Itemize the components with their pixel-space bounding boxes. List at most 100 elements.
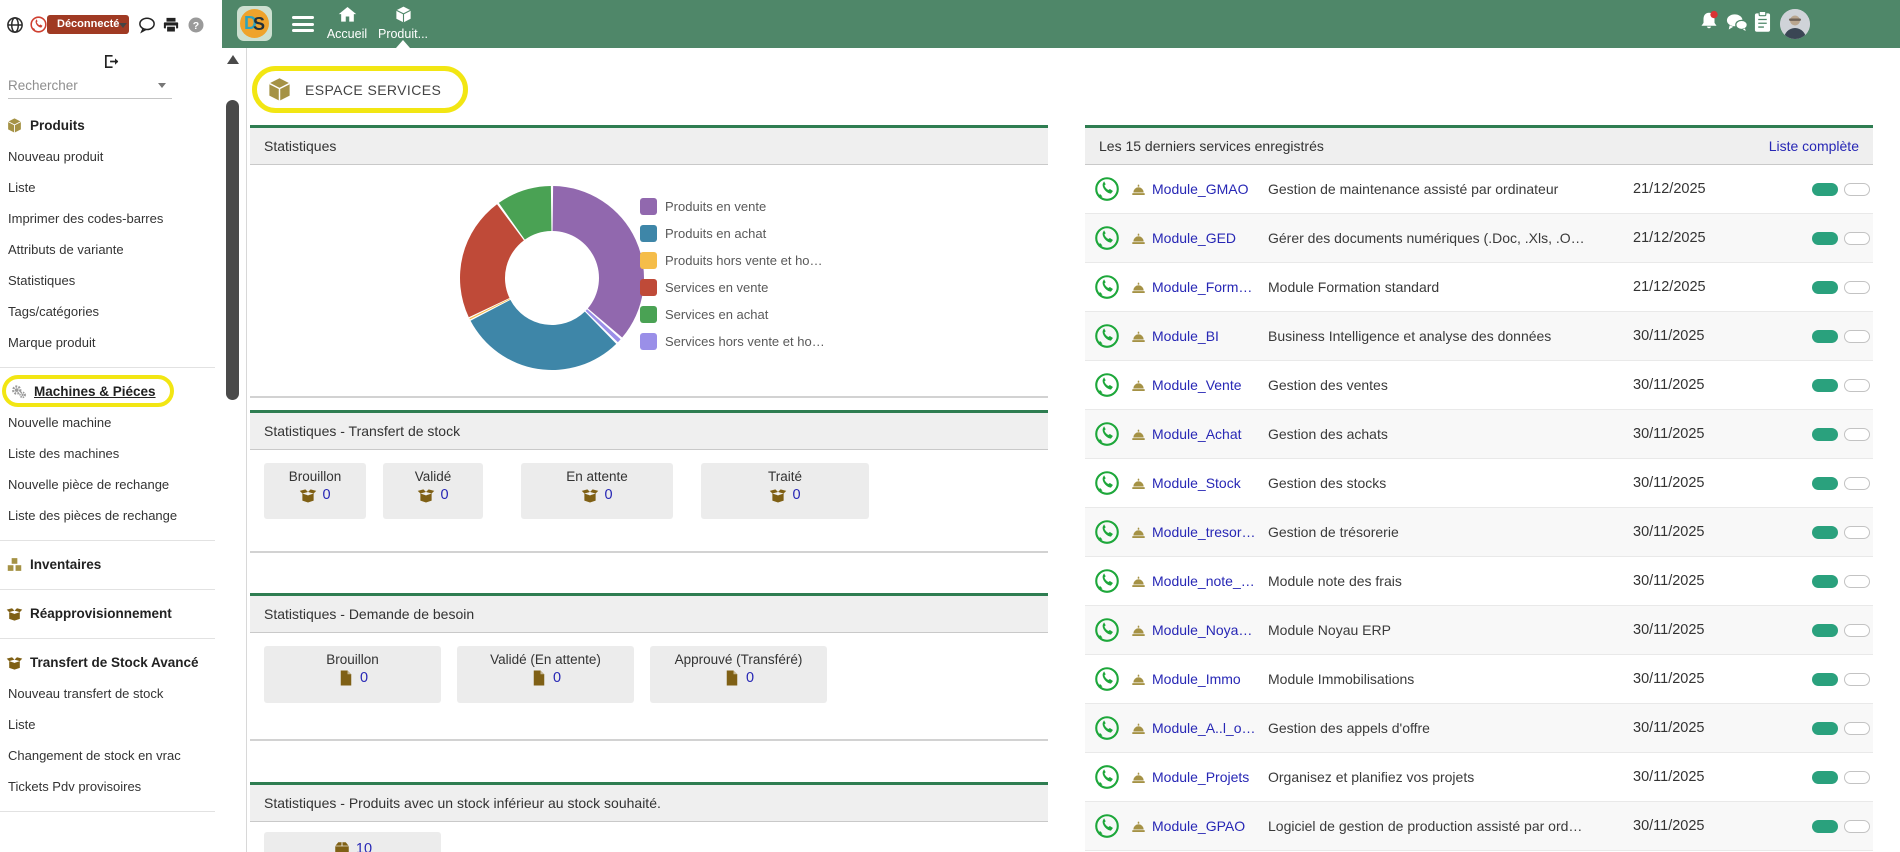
- whatsapp-icon[interactable]: [1093, 763, 1121, 791]
- toggle-on-purchase[interactable]: [1844, 330, 1870, 343]
- toggle-on-purchase[interactable]: [1844, 575, 1870, 588]
- whatsapp-icon[interactable]: [1093, 567, 1121, 595]
- sidebar-item-nouvelle-pi-ce-de-rechange[interactable]: Nouvelle pièce de rechange: [0, 469, 222, 500]
- sidebar-section-machines-pi-ces[interactable]: Machines & Piéces: [2, 375, 174, 407]
- service-name-link[interactable]: Module_Stock: [1152, 459, 1262, 508]
- service-name-link[interactable]: Module_A..l_o…: [1152, 704, 1262, 753]
- toggle-on-purchase[interactable]: [1844, 673, 1870, 686]
- sidebar-section-transfert-de-stock-avanc-[interactable]: Transfert de Stock Avancé: [0, 646, 222, 678]
- whatsapp-icon[interactable]: [1093, 273, 1121, 301]
- toggle-on-sale[interactable]: [1812, 624, 1838, 637]
- toggle-on-sale[interactable]: [1812, 771, 1838, 784]
- speech-bubble-icon[interactable]: [138, 16, 156, 34]
- toggle-on-purchase[interactable]: [1844, 183, 1870, 196]
- sidebar-section-inventaires[interactable]: Inventaires: [0, 548, 222, 580]
- sidebar-section-r-approvisionnement[interactable]: Réapprovisionnement: [0, 597, 222, 629]
- legend-item[interactable]: Services en achat: [640, 301, 825, 328]
- service-name-link[interactable]: Module_GMAO: [1152, 165, 1262, 214]
- toggle-on-sale[interactable]: [1812, 379, 1838, 392]
- whatsapp-icon[interactable]: [1093, 665, 1121, 693]
- legend-item[interactable]: Services hors vente et ho…: [640, 328, 825, 355]
- nav-home[interactable]: Accueil: [322, 0, 372, 48]
- service-name-link[interactable]: Module_Vente: [1152, 361, 1262, 410]
- legend-item[interactable]: Produits hors vente et ho…: [640, 247, 825, 274]
- printer-icon[interactable]: [162, 16, 180, 34]
- globe-icon[interactable]: [6, 16, 24, 34]
- service-name-link[interactable]: Module_GED: [1152, 214, 1262, 263]
- notifications-bell-icon[interactable]: [1698, 10, 1720, 32]
- whatsapp-icon[interactable]: [1093, 518, 1121, 546]
- toggle-on-purchase[interactable]: [1844, 428, 1870, 441]
- products-services-donut-chart[interactable]: [452, 178, 652, 378]
- whatsapp-icon[interactable]: [1093, 616, 1121, 644]
- help-icon[interactable]: ?: [187, 16, 205, 34]
- sidebar-item-tags-cat-gories[interactable]: Tags/catégories: [0, 296, 222, 327]
- toggle-on-purchase[interactable]: [1844, 624, 1870, 637]
- toggle-on-sale[interactable]: [1812, 477, 1838, 490]
- sidebar-item-changement-de-stock-en-vrac[interactable]: Changement de stock en vrac: [0, 740, 222, 771]
- nav-product[interactable]: Produit...: [375, 0, 431, 48]
- toggle-on-purchase[interactable]: [1844, 722, 1870, 735]
- toggle-on-sale[interactable]: [1812, 673, 1838, 686]
- messages-icon[interactable]: [1726, 13, 1748, 33]
- whatsapp-icon[interactable]: [1093, 812, 1121, 840]
- full-list-link[interactable]: Liste complète: [1769, 138, 1859, 154]
- toggle-on-sale[interactable]: [1812, 428, 1838, 441]
- toggle-on-sale[interactable]: [1812, 575, 1838, 588]
- sidebar-item-attributs-de-variante[interactable]: Attributs de variante: [0, 234, 222, 265]
- sidebar-item-imprimer-des-codes-barres[interactable]: Imprimer des codes-barres: [0, 203, 222, 234]
- toggle-on-sale[interactable]: [1812, 281, 1838, 294]
- service-name-link[interactable]: Module_Achat: [1152, 410, 1262, 459]
- whatsapp-icon[interactable]: [1093, 469, 1121, 497]
- hamburger-menu-icon[interactable]: [292, 16, 314, 32]
- toggle-on-purchase[interactable]: [1844, 820, 1870, 833]
- toggle-on-purchase[interactable]: [1844, 232, 1870, 245]
- donut-segment-produits-en-vente[interactable]: [553, 186, 644, 338]
- legend-item[interactable]: Produits en vente: [640, 193, 825, 220]
- sidebar-item-marque-produit[interactable]: Marque produit: [0, 327, 222, 358]
- toggle-on-purchase[interactable]: [1844, 379, 1870, 392]
- user-avatar[interactable]: [1780, 9, 1810, 39]
- sidebar-item-liste-des-machines[interactable]: Liste des machines: [0, 438, 222, 469]
- service-name-link[interactable]: Module_Noya…: [1152, 606, 1262, 655]
- service-name-link[interactable]: Module_tresor…: [1152, 508, 1262, 557]
- service-name-link[interactable]: Module_BI: [1152, 312, 1262, 361]
- search-select[interactable]: Rechercher: [8, 72, 172, 99]
- app-logo[interactable]: D S: [237, 6, 272, 41]
- whatsapp-icon[interactable]: [1093, 322, 1121, 350]
- scrollbar-up-arrow[interactable]: [227, 55, 239, 64]
- toggle-on-purchase[interactable]: [1844, 526, 1870, 539]
- sidebar-item-liste[interactable]: Liste: [0, 172, 222, 203]
- service-name-link[interactable]: Module_Projets: [1152, 753, 1262, 802]
- service-name-link[interactable]: Module_GPAO: [1152, 802, 1262, 851]
- whatsapp-icon[interactable]: [1093, 371, 1121, 399]
- legend-item[interactable]: Produits en achat: [640, 220, 825, 247]
- sidebar-section-produits[interactable]: Produits: [0, 109, 222, 141]
- toggle-on-sale[interactable]: [1812, 526, 1838, 539]
- legend-item[interactable]: Services en vente: [640, 274, 825, 301]
- service-name-link[interactable]: Module_Immo: [1152, 655, 1262, 704]
- logout-button[interactable]: [0, 48, 222, 72]
- toggle-on-sale[interactable]: [1812, 232, 1838, 245]
- whatsapp-icon[interactable]: [1093, 224, 1121, 252]
- toggle-on-sale[interactable]: [1812, 330, 1838, 343]
- toggle-on-sale[interactable]: [1812, 722, 1838, 735]
- whatsapp-icon[interactable]: [1093, 420, 1121, 448]
- disconnected-button[interactable]: Déconnecté: [47, 15, 129, 34]
- sidebar-item-liste[interactable]: Liste: [0, 709, 222, 740]
- clipboard-icon[interactable]: [1754, 11, 1771, 33]
- sidebar-item-nouvelle-machine[interactable]: Nouvelle machine: [0, 407, 222, 438]
- toggle-on-sale[interactable]: [1812, 183, 1838, 196]
- disconnected-caret-icon[interactable]: [119, 23, 127, 28]
- toggle-on-purchase[interactable]: [1844, 281, 1870, 294]
- whatsapp-status-icon[interactable]: [29, 15, 48, 34]
- sidebar-item-nouveau-produit[interactable]: Nouveau produit: [0, 141, 222, 172]
- toggle-on-purchase[interactable]: [1844, 771, 1870, 784]
- scrollbar-thumb[interactable]: [226, 100, 239, 400]
- service-name-link[interactable]: Module_Form…: [1152, 263, 1262, 312]
- sidebar-item-nouveau-transfert-de-stock[interactable]: Nouveau transfert de stock: [0, 678, 222, 709]
- whatsapp-icon[interactable]: [1093, 175, 1121, 203]
- whatsapp-icon[interactable]: [1093, 714, 1121, 742]
- toggle-on-purchase[interactable]: [1844, 477, 1870, 490]
- sidebar-item-tickets-pdv-provisoires[interactable]: Tickets Pdv provisoires: [0, 771, 222, 802]
